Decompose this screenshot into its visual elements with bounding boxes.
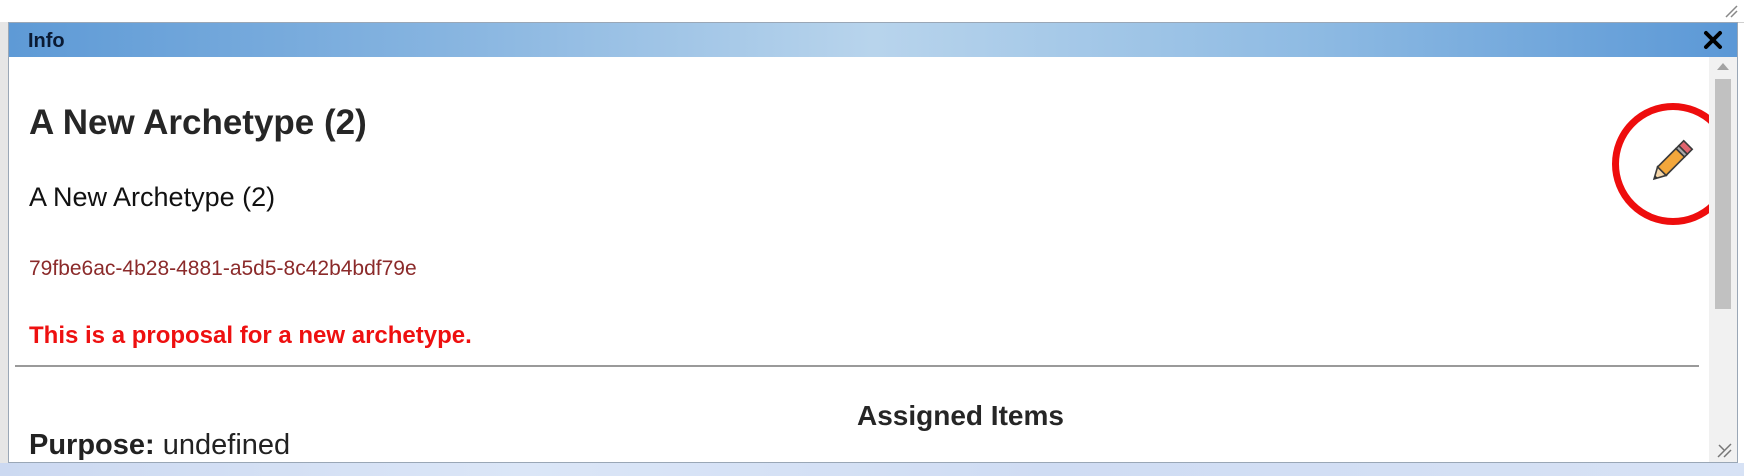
scrollbar-thumb[interactable] <box>1715 79 1731 309</box>
pencil-icon <box>1652 139 1694 181</box>
assigned-items-heading: Assigned Items <box>857 400 1064 431</box>
info-dialog: Info A New Archetype (2) A New Archetype… <box>8 22 1738 463</box>
archetype-uuid: 79fbe6ac-4b28-4881-a5d5-8c42b4bdf79e <box>29 257 417 280</box>
purpose-label: Purpose: <box>29 429 155 461</box>
section-divider <box>15 365 1699 367</box>
proposal-notice: This is a proposal for a new archetype. <box>29 322 472 349</box>
dialog-titlebar[interactable]: Info <box>9 23 1737 57</box>
dialog-content: A New Archetype (2) A New Archetype (2) … <box>9 57 1734 462</box>
background-window-edge <box>0 0 1744 23</box>
archetype-heading: A New Archetype (2) <box>29 103 367 142</box>
desktop-background-strip <box>0 463 1744 476</box>
archetype-name: A New Archetype (2) <box>29 182 276 212</box>
resize-grip-icon[interactable] <box>1715 441 1733 459</box>
resize-grip-icon[interactable] <box>1724 4 1738 18</box>
vertical-scrollbar[interactable] <box>1709 57 1737 462</box>
purpose-row: Purpose: undefined <box>29 429 290 462</box>
scroll-up-arrow-icon[interactable] <box>1717 63 1729 70</box>
purpose-value: undefined <box>154 429 291 461</box>
close-icon[interactable] <box>1699 26 1727 54</box>
dialog-title: Info <box>28 30 65 52</box>
